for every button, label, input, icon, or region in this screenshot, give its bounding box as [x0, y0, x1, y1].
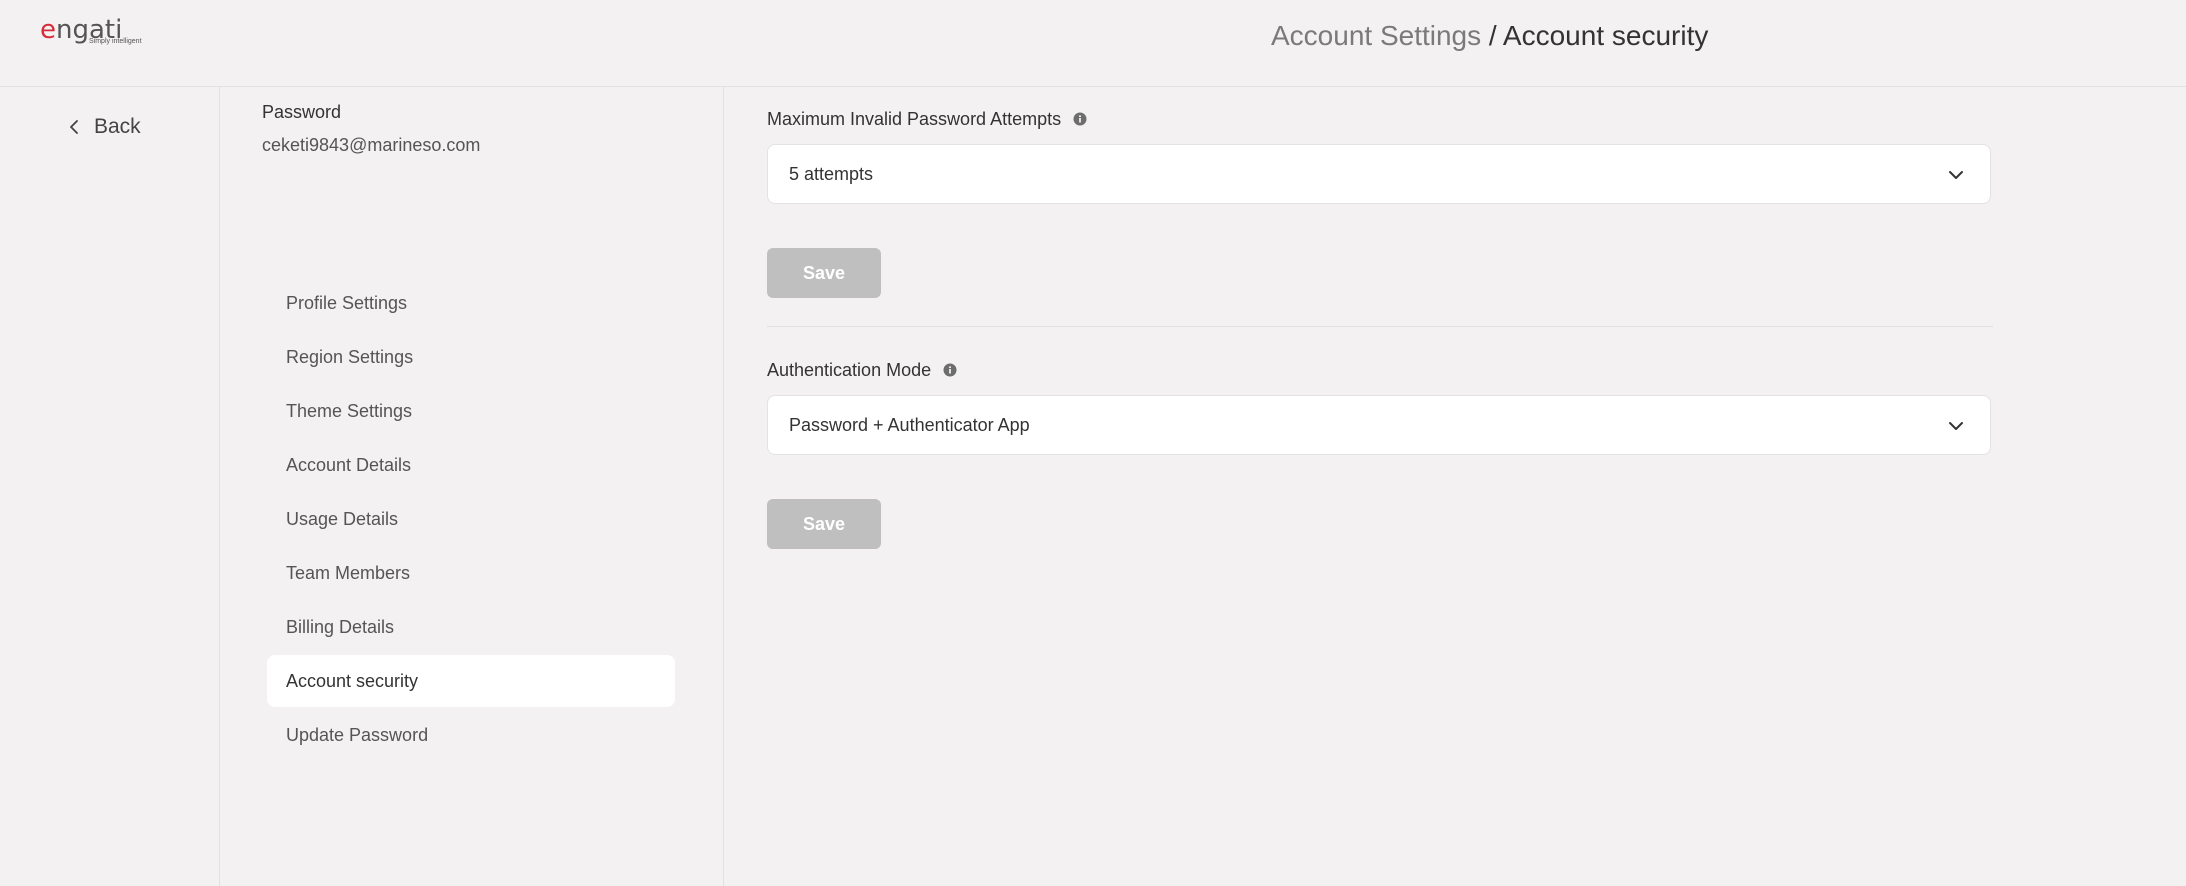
save-attempts-button[interactable]: Save	[767, 248, 881, 298]
invalid-attempts-label-text: Maximum Invalid Password Attempts	[767, 108, 1062, 129]
sidebar-item-team-members[interactable]: Team Members	[267, 547, 675, 599]
invalid-attempts-label: Maximum Invalid Password Attempts	[767, 107, 1991, 131]
back-column: Back	[0, 87, 220, 886]
invalid-attempts-select[interactable]: 5 attempts	[767, 144, 1991, 204]
sidebar-item-account-details[interactable]: Account Details	[267, 439, 675, 491]
top-header: engati Simply intelligent Account Settin…	[0, 0, 2186, 87]
sidebar-item-label: Billing Details	[286, 616, 395, 637]
settings-sidebar: Password ceketi9843@marineso.com Profile…	[220, 87, 724, 886]
main-content: Maximum Invalid Password Attempts 5 atte…	[724, 87, 2186, 886]
breadcrumb-separator: /	[1481, 20, 1503, 51]
auth-mode-label: Authentication Mode	[767, 358, 1991, 382]
sidebar-item-region-settings[interactable]: Region Settings	[267, 331, 675, 383]
auth-mode-value: Password + Authenticator App	[789, 414, 1030, 435]
auth-mode-select[interactable]: Password + Authenticator App	[767, 395, 1991, 455]
sidebar-item-update-password[interactable]: Update Password	[267, 709, 675, 761]
engati-logo[interactable]: engati Simply intelligent	[40, 16, 150, 52]
page-title: Account security	[1502, 20, 1709, 51]
save-auth-mode-button[interactable]: Save	[767, 499, 881, 549]
sidebar-item-label: Usage Details	[286, 508, 399, 529]
chevron-down-icon	[1949, 422, 1963, 430]
account-email: ceketi9843@marineso.com	[262, 135, 481, 155]
sidebar-item-label: Region Settings	[286, 346, 414, 367]
sidebar-item-label: Account security	[286, 670, 419, 691]
logo-tagline: Simply intelligent	[89, 38, 142, 45]
breadcrumb-parent[interactable]: Account Settings	[1271, 20, 1481, 51]
sidebar-item-label: Theme Settings	[286, 400, 413, 421]
sidebar-item-billing-details[interactable]: Billing Details	[267, 601, 675, 653]
password-label: Password	[262, 102, 342, 122]
back-button[interactable]: Back	[64, 115, 141, 139]
info-icon[interactable]	[943, 363, 957, 377]
info-icon[interactable]	[1073, 112, 1087, 126]
back-label: Back	[94, 115, 141, 138]
invalid-attempts-section: Maximum Invalid Password Attempts 5 atte…	[767, 107, 1991, 298]
sidebar-item-account-security[interactable]: Account security	[267, 655, 675, 707]
settings-nav: Profile Settings Region Settings Theme S…	[267, 277, 675, 763]
sidebar-item-label: Update Password	[286, 724, 429, 745]
chevron-down-icon	[1949, 171, 1963, 179]
section-divider	[767, 326, 1993, 327]
invalid-attempts-value: 5 attempts	[789, 163, 874, 184]
sidebar-item-theme-settings[interactable]: Theme Settings	[267, 385, 675, 437]
sidebar-item-label: Account Details	[286, 454, 412, 475]
breadcrumb: Account Settings / Account security	[1271, 18, 1708, 54]
sidebar-item-label: Profile Settings	[286, 292, 408, 313]
sidebar-item-usage-details[interactable]: Usage Details	[267, 493, 675, 545]
sidebar-item-profile-settings[interactable]: Profile Settings	[267, 277, 675, 329]
sidebar-item-label: Team Members	[286, 562, 411, 583]
chevron-left-icon	[70, 120, 78, 134]
auth-mode-label-text: Authentication Mode	[767, 359, 932, 380]
auth-mode-section: Authentication Mode Password + Authentic…	[767, 358, 1991, 549]
